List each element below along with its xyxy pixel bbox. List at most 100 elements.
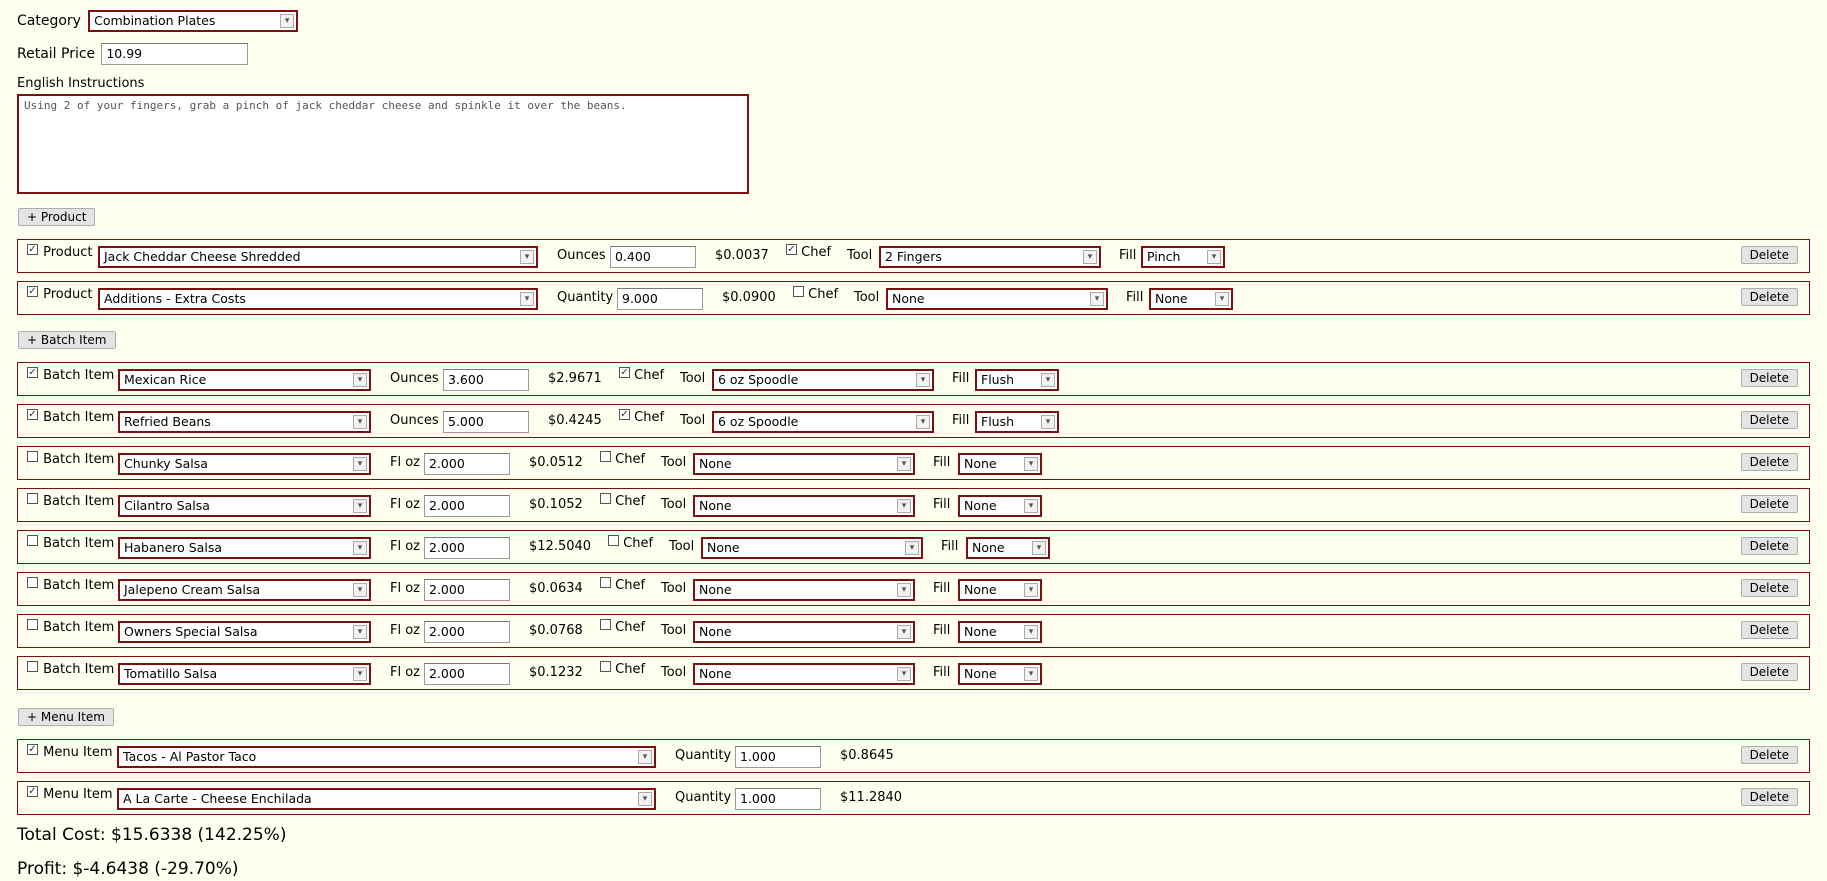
delete-button[interactable]: Delete	[1740, 621, 1798, 639]
row-checkbox[interactable]	[27, 661, 38, 672]
delete-button[interactable]: Delete	[1740, 537, 1798, 555]
delete-button[interactable]: Delete	[1740, 746, 1798, 764]
fill-select[interactable]: None ▾	[1149, 288, 1233, 310]
chef-checkbox[interactable]	[600, 661, 611, 672]
chef-checkbox[interactable]	[600, 493, 611, 504]
row-type-label: Product	[43, 245, 93, 260]
chef-checkbox[interactable]	[600, 577, 611, 588]
amount-input[interactable]: 1.000	[735, 788, 821, 810]
category-label: Category	[17, 12, 81, 29]
amount-input[interactable]: 2.000	[424, 453, 510, 475]
batch-item-select[interactable]: Tomatillo Salsa ▾	[118, 663, 371, 685]
delete-button[interactable]: Delete	[1740, 788, 1798, 806]
amount-input[interactable]: 2.000	[424, 537, 510, 559]
delete-button[interactable]: Delete	[1740, 579, 1798, 597]
row-checkbox[interactable]: ✓	[27, 409, 38, 420]
chef-checkbox[interactable]	[600, 451, 611, 462]
amount-input[interactable]: 2.000	[424, 663, 510, 685]
fill-select[interactable]: None ▾	[958, 663, 1042, 685]
amount-input[interactable]: 1.000	[735, 746, 821, 768]
fill-select[interactable]: Pinch ▾	[1141, 246, 1225, 268]
row-checkbox[interactable]	[27, 535, 38, 546]
batch-item-select[interactable]: Jalepeno Cream Salsa ▾	[118, 579, 371, 601]
product-select[interactable]: Additions - Extra Costs ▾	[98, 288, 538, 310]
batch-item-row: Batch Item Jalepeno Cream Salsa ▾ Fl oz …	[17, 572, 1810, 606]
chevron-down-icon: ▾	[353, 415, 367, 429]
chef-checkbox[interactable]: ✓	[786, 244, 797, 255]
delete-button[interactable]: Delete	[1740, 246, 1798, 264]
chef-checkbox[interactable]	[793, 286, 804, 297]
amount-input[interactable]: 9.000	[617, 288, 703, 310]
chef-checkbox[interactable]: ✓	[619, 367, 630, 378]
fill-label: Fill	[933, 623, 951, 638]
fill-select[interactable]: None ▾	[958, 579, 1042, 601]
amount-input[interactable]: 2.000	[424, 579, 510, 601]
tool-select[interactable]: 6 oz Spoodle ▾	[712, 411, 934, 433]
delete-button[interactable]: Delete	[1740, 411, 1798, 429]
amount-input[interactable]: 5.000	[443, 411, 529, 433]
row-checkbox[interactable]: ✓	[27, 286, 38, 297]
tool-select[interactable]: 2 Fingers ▾	[879, 246, 1101, 268]
delete-button[interactable]: Delete	[1740, 495, 1798, 513]
batch-item-select[interactable]: Habanero Salsa ▾	[118, 537, 371, 559]
amount-input[interactable]: 0.400	[610, 246, 696, 268]
menu-item-select[interactable]: Tacos - Al Pastor Taco ▾	[117, 746, 656, 768]
chef-checkbox[interactable]: ✓	[619, 409, 630, 420]
chef-checkbox[interactable]	[608, 535, 619, 546]
row-checkbox[interactable]: ✓	[27, 786, 38, 797]
tool-select[interactable]: 6 oz Spoodle ▾	[712, 369, 934, 391]
amount-input[interactable]: 3.600	[443, 369, 529, 391]
row-checkbox[interactable]: ✓	[27, 744, 38, 755]
add-product-button[interactable]: + Product	[18, 208, 96, 226]
row-type-label: Batch Item	[43, 494, 115, 509]
row-checkbox[interactable]	[27, 577, 38, 588]
chevron-down-icon: ▾	[353, 373, 367, 387]
amount-input[interactable]: 2.000	[424, 495, 510, 517]
tool-select[interactable]: None ▾	[693, 579, 915, 601]
tool-select[interactable]: None ▾	[693, 621, 915, 643]
cost-value: $0.0037	[715, 248, 769, 263]
batch-item-select[interactable]: Cilantro Salsa ▾	[118, 495, 371, 517]
retail-price-input[interactable]: 10.99	[101, 43, 249, 65]
fill-select[interactable]: None ▾	[958, 495, 1042, 517]
fill-select[interactable]: None ▾	[966, 537, 1050, 559]
product-select[interactable]: Jack Cheddar Cheese Shredded ▾	[98, 246, 538, 268]
batch-item-select[interactable]: Owners Special Salsa ▾	[118, 621, 371, 643]
batch-row-select: Batch Item	[27, 619, 114, 635]
delete-button[interactable]: Delete	[1740, 663, 1798, 681]
batch-item-select[interactable]: Refried Beans ▾	[118, 411, 371, 433]
add-batch-item-button[interactable]: + Batch Item	[18, 331, 116, 349]
chevron-down-icon: ▾	[897, 667, 911, 681]
tool-select[interactable]: None ▾	[693, 495, 915, 517]
row-type-label: Menu Item	[43, 745, 113, 760]
tool-select[interactable]: None ▾	[886, 288, 1108, 310]
unit-label: Ounces	[390, 413, 439, 428]
category-select[interactable]: Combination Plates ▾	[88, 10, 299, 32]
batch-item-select[interactable]: Chunky Salsa ▾	[118, 453, 371, 475]
instructions-textarea[interactable]: Using 2 of your fingers, grab a pinch of…	[17, 94, 749, 194]
chevron-down-icon: ▾	[897, 625, 911, 639]
row-checkbox[interactable]	[27, 451, 38, 462]
add-menu-item-button[interactable]: + Menu Item	[18, 708, 114, 726]
delete-button[interactable]: Delete	[1740, 453, 1798, 471]
tool-select[interactable]: None ▾	[693, 453, 915, 475]
amount-input[interactable]: 2.000	[424, 621, 510, 643]
chevron-down-icon: ▾	[638, 750, 652, 764]
chef-checkbox[interactable]	[600, 619, 611, 630]
fill-select[interactable]: None ▾	[958, 453, 1042, 475]
tool-select[interactable]: None ▾	[693, 663, 915, 685]
tool-label: Tool	[669, 539, 695, 554]
fill-select[interactable]: Flush ▾	[975, 369, 1059, 391]
delete-button[interactable]: Delete	[1740, 288, 1798, 306]
row-checkbox[interactable]	[27, 619, 38, 630]
batch-item-select[interactable]: Mexican Rice ▾	[118, 369, 371, 391]
fill-select[interactable]: None ▾	[958, 621, 1042, 643]
row-checkbox[interactable]: ✓	[27, 244, 38, 255]
delete-button[interactable]: Delete	[1740, 369, 1798, 387]
row-checkbox[interactable]: ✓	[27, 367, 38, 378]
menu-item-select[interactable]: A La Carte - Cheese Enchilada ▾	[117, 788, 656, 810]
tool-select[interactable]: None ▾	[701, 537, 923, 559]
row-checkbox[interactable]	[27, 493, 38, 504]
fill-select[interactable]: Flush ▾	[975, 411, 1059, 433]
menu-row-select: ✓ Menu Item	[27, 786, 113, 802]
